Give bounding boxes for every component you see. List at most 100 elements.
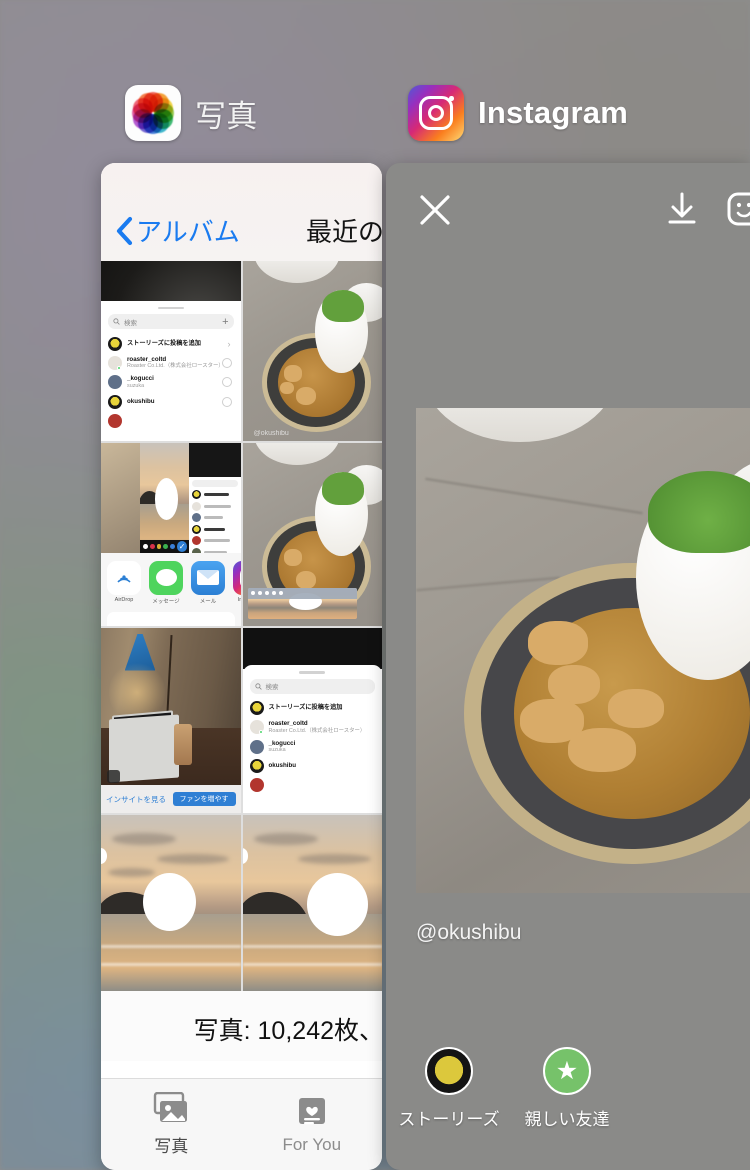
photo-caption: @okushibu	[253, 430, 289, 438]
mail-icon	[191, 560, 225, 595]
avatar	[108, 413, 122, 428]
sunset-overlay-thumb	[248, 587, 357, 619]
back-label: アルバム	[136, 217, 240, 247]
list-item[interactable]: _kogucci suzuka	[249, 737, 376, 757]
list-item-subtitle: Roaster Co.Ltd.（株式会社ロースター）	[127, 363, 224, 370]
story-avatar-icon	[425, 1047, 473, 1095]
photos-page-title: 最近の	[305, 217, 382, 247]
instagram-icon	[233, 560, 241, 595]
story-avatar	[108, 394, 122, 409]
instagram-story-toolbar	[386, 163, 750, 263]
story-avatar	[108, 336, 122, 351]
share-target-mail[interactable]: メール	[191, 560, 225, 605]
sunset-beach-photo	[101, 815, 241, 991]
story-avatar	[249, 759, 264, 773]
list-item[interactable]	[108, 411, 234, 430]
app-switcher-header-instagram[interactable]: Instagram	[408, 85, 628, 141]
photos-icon-petal	[137, 93, 158, 114]
tab-for-you[interactable]: For You	[242, 1079, 383, 1170]
photos-tab-bar: 写真 For You	[101, 1078, 382, 1170]
app-switcher-header-photos[interactable]: 写真	[125, 85, 257, 141]
back-to-albums-button[interactable]: アルバム	[101, 212, 240, 249]
share-target-label: メール	[199, 598, 217, 605]
radio-circle[interactable]	[221, 357, 232, 368]
save-button[interactable]	[664, 191, 700, 232]
photos-stack-icon	[154, 1092, 188, 1122]
sticker-button[interactable]	[726, 191, 750, 232]
list-item[interactable]: roaster_coltd Roaster Co.Ltd.（株式会社ロースター）	[249, 718, 376, 738]
share-target-instagram[interactable]: Instagram	[233, 560, 241, 603]
sunset-beach-photo	[242, 815, 382, 991]
photo-thumb[interactable]: ✓ AirDrop メッセージ メール I	[101, 443, 241, 626]
list-item[interactable]: _kogucci suzuka	[108, 373, 234, 393]
list-item-label: roaster_coltd	[268, 720, 308, 727]
share-target-label: Instagram	[237, 596, 241, 603]
list-item[interactable]: roaster_coltd Roaster Co.Ltd.（株式会社ロースター）	[108, 353, 234, 373]
share-targets-row: AirDrop メッセージ メール I	[101, 552, 241, 626]
list-item[interactable]: ストーリーズに投稿を追加 ›	[108, 334, 234, 353]
download-arrow-icon	[668, 192, 696, 224]
photo-thumb[interactable]: @okushibu	[242, 261, 382, 441]
story-username: @okushibu	[416, 921, 522, 944]
for-you-icon	[298, 1097, 325, 1124]
mini-search-field[interactable]: 検索	[249, 678, 375, 694]
profile-badge-icon	[106, 770, 120, 784]
sunset-photo-fragment: ✓	[140, 443, 191, 553]
photo-thumb[interactable]: 検索 + ストーリーズに投稿を追加 › roaster_coltd Roaste…	[101, 261, 241, 441]
cup-avatar	[249, 720, 264, 735]
photo-thumb[interactable]: 検索 ストーリーズに投稿を追加 roaster_coltd Roaster Co…	[242, 628, 382, 813]
radio-circle[interactable]	[221, 396, 232, 407]
photo-thumb[interactable]: インサイトを見る ファンを増やす	[101, 628, 241, 813]
photo-thumb[interactable]	[101, 815, 241, 991]
share-target-label: メッセージ	[152, 598, 180, 605]
photos-pinwheel-icon	[125, 85, 181, 141]
action-label: ストーリーズ	[398, 1110, 500, 1129]
app-label-instagram: Instagram	[478, 95, 628, 130]
instagram-share-actions: ストーリーズ ★ 親しい友達	[398, 1047, 612, 1130]
radio-circle[interactable]	[221, 377, 232, 388]
app-card-photos[interactable]: アルバム 最近の 検索 + ストーリーズに投稿を追加 › roaster_col…	[101, 163, 382, 1170]
list-item[interactable]	[249, 776, 376, 795]
chevron-left-icon	[116, 216, 133, 245]
list-item[interactable]: okushibu	[249, 757, 376, 776]
insights-link[interactable]: インサイトを見る	[106, 794, 166, 805]
share-target-messages[interactable]: メッセージ	[149, 560, 183, 605]
share-to-close-friends-button[interactable]: ★ 親しい友達	[522, 1047, 612, 1130]
curry-photo	[242, 261, 382, 441]
search-icon	[254, 682, 262, 690]
list-item-label: ストーリーズに投稿を追加	[127, 339, 201, 347]
mini-search-placeholder: 検索	[265, 684, 279, 691]
sticker-face-icon	[727, 192, 750, 226]
list-item[interactable]: okushibu	[108, 392, 234, 411]
instagram-dot-shape	[449, 96, 454, 101]
list-item-subtitle: suzuka	[268, 747, 286, 754]
share-target-label: AirDrop	[114, 596, 134, 603]
photos-grid: 検索 + ストーリーズに投稿を追加 › roaster_coltd Roaste…	[101, 261, 382, 991]
app-card-instagram[interactable]: @okushibu ストーリーズ ★ 親しい友達	[386, 163, 750, 1170]
tab-photos[interactable]: 写真	[101, 1079, 242, 1170]
action-label: 親しい友達	[524, 1110, 610, 1129]
list-item-label: _kogucci	[268, 739, 296, 747]
share-to-story-button[interactable]: ストーリーズ	[398, 1047, 500, 1130]
cup-avatar	[108, 355, 122, 370]
photos-count-bar: 写真: 10,242枚、	[101, 991, 382, 1061]
messages-icon	[149, 560, 183, 595]
promote-button[interactable]: ファンを増やす	[172, 792, 236, 807]
share-target-airdrop[interactable]: AirDrop	[107, 560, 141, 603]
photo-thumb[interactable]	[242, 443, 382, 626]
post-action-bar: インサイトを見る ファンを増やす	[101, 785, 241, 813]
photo-thumb[interactable]	[242, 815, 382, 991]
app-label-photos: 写真	[195, 98, 258, 134]
photos-count-text: 写真: 10,242枚、	[193, 1017, 382, 1045]
list-item-label: ストーリーズに投稿を追加	[268, 704, 343, 712]
tab-label: For You	[282, 1134, 342, 1154]
close-button[interactable]	[418, 193, 452, 232]
mini-search-field[interactable]: 検索 +	[108, 314, 234, 330]
list-item-subtitle: suzuka	[127, 382, 145, 389]
sheet-grabber	[157, 306, 184, 310]
photos-nav-bar: アルバム 最近の	[101, 163, 382, 261]
chevron-right-icon: ›	[227, 338, 231, 349]
instagram-share-sheet-mini: 検索 + ストーリーズに投稿を追加 › roaster_coltd Roaste…	[101, 300, 241, 441]
list-item[interactable]: ストーリーズに投稿を追加	[249, 699, 376, 718]
story-photo[interactable]	[416, 408, 750, 893]
